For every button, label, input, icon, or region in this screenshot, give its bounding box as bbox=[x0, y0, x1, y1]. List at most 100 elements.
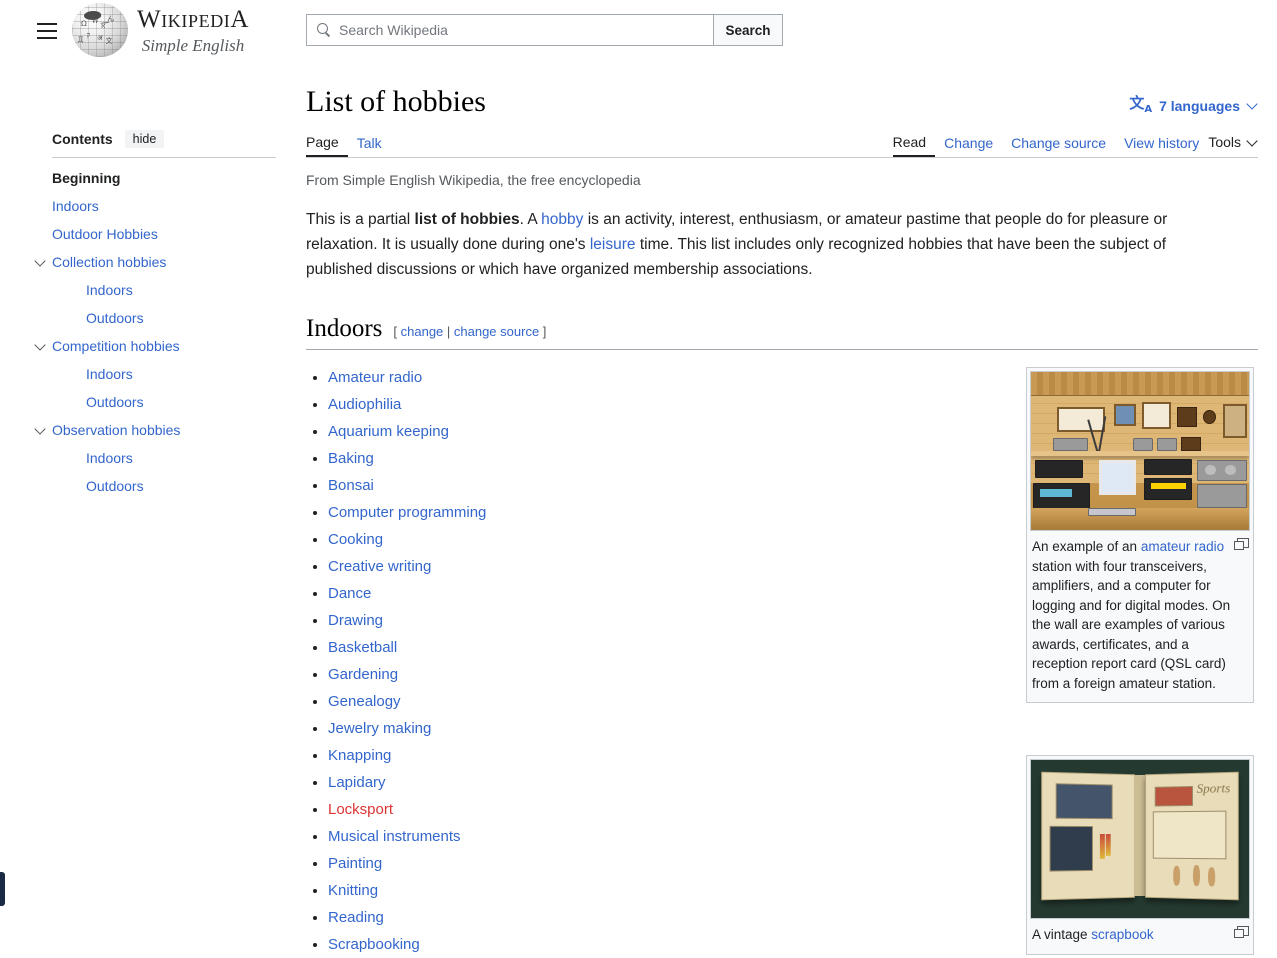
list-item: Reading bbox=[328, 904, 906, 931]
edit-change-source-link[interactable]: change source bbox=[454, 324, 539, 339]
search-field[interactable] bbox=[306, 14, 713, 46]
tab-talk[interactable]: Talk bbox=[348, 136, 391, 157]
link-leisure[interactable]: leisure bbox=[590, 236, 636, 253]
amplifier bbox=[1197, 460, 1247, 481]
toc-item-outdoor-hobbies[interactable]: Outdoor Hobbies bbox=[52, 220, 276, 248]
list-item: Knitting bbox=[328, 877, 906, 904]
hobby-link-genealogy[interactable]: Genealogy bbox=[328, 693, 401, 710]
hobby-link-drawing[interactable]: Drawing bbox=[328, 612, 383, 629]
toc-item-indoors[interactable]: Indoors bbox=[52, 276, 276, 304]
toc-hide-button[interactable]: hide bbox=[125, 130, 165, 148]
hobby-link-creative-writing[interactable]: Creative writing bbox=[328, 558, 431, 575]
amateur-radio-station-image[interactable] bbox=[1030, 371, 1250, 531]
hobby-link-basketball[interactable]: Basketball bbox=[328, 639, 397, 656]
page-edge-indicator[interactable] bbox=[0, 872, 5, 906]
toc-header: Contents hide bbox=[52, 130, 276, 158]
tools-menu-button[interactable]: Tools bbox=[1199, 134, 1258, 157]
site-header: Ω W א ק अ ん Д 文 WIKIPEDIA Simple English… bbox=[0, 0, 1277, 62]
hobby-link-knitting[interactable]: Knitting bbox=[328, 882, 378, 899]
thumbnail-amateur-radio-station: An example of an amateur radio station w… bbox=[1026, 367, 1254, 703]
page-word-sports: Sports bbox=[1196, 780, 1230, 797]
hobby-link-reading[interactable]: Reading bbox=[328, 909, 384, 926]
chevron-down-icon[interactable] bbox=[35, 256, 47, 268]
toc-item-competition-hobbies[interactable]: Competition hobbies bbox=[52, 332, 276, 360]
caption-link-amateur-radio[interactable]: amateur radio bbox=[1141, 539, 1224, 554]
hamburger-icon[interactable] bbox=[30, 14, 64, 48]
toc-item-beginning[interactable]: Beginning bbox=[52, 164, 276, 192]
toc-item-label: Beginning bbox=[52, 170, 120, 186]
lead-text-1: This is a partial bbox=[306, 211, 415, 228]
amplifier-knob bbox=[1225, 465, 1236, 474]
link-hobby[interactable]: hobby bbox=[541, 211, 583, 228]
transceiver bbox=[1144, 478, 1192, 500]
tab-read[interactable]: Read bbox=[893, 135, 935, 157]
thumbnail-caption: A vintage scrapbook bbox=[1030, 919, 1250, 951]
bracket-sep: | bbox=[443, 324, 454, 339]
chevron-down-icon bbox=[1247, 100, 1258, 111]
tools-label: Tools bbox=[1208, 134, 1241, 150]
thumbnail-vintage-scrapbook: Sports A vintage scrapbook bbox=[1026, 755, 1254, 955]
ceiling bbox=[1031, 372, 1249, 396]
pasted-card-rabbits bbox=[1055, 783, 1112, 819]
wall-award bbox=[1114, 404, 1136, 426]
hobby-link-jewelry-making[interactable]: Jewelry making bbox=[328, 720, 431, 737]
hobby-link-baking[interactable]: Baking bbox=[328, 450, 374, 467]
language-selector-button[interactable]: 文A 7 languages bbox=[1129, 96, 1258, 115]
hobby-link-locksport[interactable]: Locksport bbox=[328, 801, 393, 818]
pasted-card-rabbit bbox=[1050, 826, 1093, 872]
toc-item-label: Indoors bbox=[86, 366, 133, 382]
hobby-link-audiophilia[interactable]: Audiophilia bbox=[328, 396, 401, 413]
vintage-scrapbook-image[interactable]: Sports bbox=[1030, 759, 1250, 919]
toc-item-indoors[interactable]: Indoors bbox=[52, 444, 276, 472]
hobby-link-lapidary[interactable]: Lapidary bbox=[328, 774, 386, 791]
hobby-link-bonsai[interactable]: Bonsai bbox=[328, 477, 374, 494]
list-item: Creative writing bbox=[328, 553, 906, 580]
hobby-link-dance[interactable]: Dance bbox=[328, 585, 371, 602]
expand-icon[interactable] bbox=[1234, 538, 1249, 550]
list-item: Baking bbox=[328, 445, 906, 472]
edit-change-link[interactable]: change bbox=[401, 324, 444, 339]
tab-change[interactable]: Change bbox=[935, 136, 1002, 157]
tab-change-source[interactable]: Change source bbox=[1002, 136, 1115, 157]
caption-text-1: A vintage bbox=[1032, 927, 1091, 942]
desk bbox=[1031, 508, 1249, 530]
list-item: Gardening bbox=[328, 661, 906, 688]
hobby-link-musical-instruments[interactable]: Musical instruments bbox=[328, 828, 461, 845]
toc-item-outdoors[interactable]: Outdoors bbox=[52, 388, 276, 416]
toc-item-outdoors[interactable]: Outdoors bbox=[52, 304, 276, 332]
hobby-link-computer-programming[interactable]: Computer programming bbox=[328, 504, 486, 521]
hobby-link-knapping[interactable]: Knapping bbox=[328, 747, 391, 764]
search-icon bbox=[317, 23, 331, 37]
toc-item-outdoors[interactable]: Outdoors bbox=[52, 472, 276, 500]
view-tabs: Read Change Change source View history Tool… bbox=[893, 130, 1258, 157]
toc-item-indoors[interactable]: Indoors bbox=[52, 192, 276, 220]
pasted-card bbox=[1155, 786, 1193, 806]
hamburger-bar bbox=[37, 37, 57, 39]
tab-view-history[interactable]: View history bbox=[1115, 136, 1199, 157]
chevron-down-icon bbox=[1247, 137, 1258, 148]
list-item: Audiophilia bbox=[328, 391, 906, 418]
search-input[interactable] bbox=[331, 22, 713, 38]
hobby-link-cooking[interactable]: Cooking bbox=[328, 531, 383, 548]
toc-item-observation-hobbies[interactable]: Observation hobbies bbox=[52, 416, 276, 444]
chevron-down-icon[interactable] bbox=[35, 340, 47, 352]
toc-item-collection-hobbies[interactable]: Collection hobbies bbox=[52, 248, 276, 276]
tab-page[interactable]: Page bbox=[306, 135, 348, 157]
caption-link-scrapbook[interactable]: scrapbook bbox=[1091, 927, 1153, 942]
toc-item-indoors[interactable]: Indoors bbox=[52, 360, 276, 388]
transceiver bbox=[1035, 460, 1083, 477]
search-button[interactable]: Search bbox=[713, 14, 783, 46]
wikipedia-logo-link[interactable]: Ω W א ק अ ん Д 文 WIKIPEDIA Simple English bbox=[72, 3, 249, 57]
globe-glyphs: Ω W א ק अ ん Д 文 bbox=[72, 3, 128, 57]
list-item: Amateur radio bbox=[328, 364, 906, 391]
hobby-link-aquarium-keeping[interactable]: Aquarium keeping bbox=[328, 423, 449, 440]
hobby-link-amateur-radio[interactable]: Amateur radio bbox=[328, 369, 422, 386]
hamburger-bar bbox=[37, 30, 57, 32]
hobby-link-painting[interactable]: Painting bbox=[328, 855, 382, 872]
toc-title: Contents bbox=[52, 131, 113, 147]
title-row: List of hobbies 文A 7 languages bbox=[306, 84, 1258, 120]
toc-item-label: Competition hobbies bbox=[52, 338, 180, 354]
hobby-link-gardening[interactable]: Gardening bbox=[328, 666, 398, 683]
expand-icon[interactable] bbox=[1234, 926, 1249, 938]
chevron-down-icon[interactable] bbox=[35, 424, 47, 436]
